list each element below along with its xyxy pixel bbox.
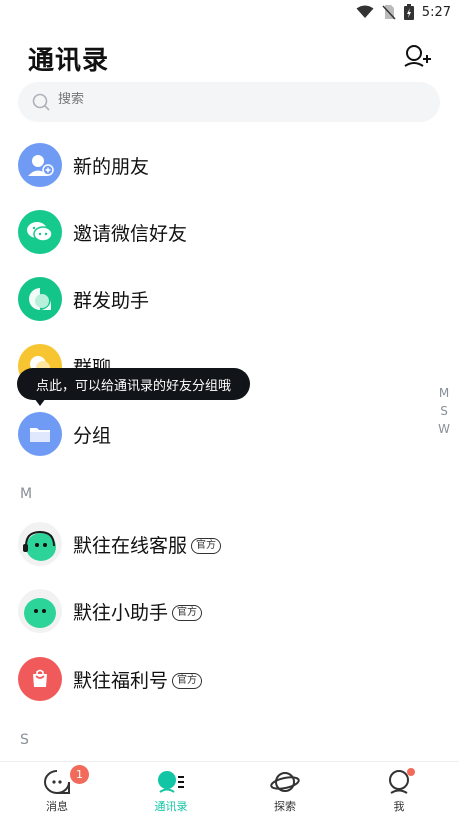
- contact-name: 默往福利号: [73, 669, 169, 692]
- page-title: 通讯录: [28, 46, 110, 76]
- search-bar[interactable]: [18, 82, 440, 122]
- add-person-icon: [404, 45, 431, 67]
- search-icon: [32, 93, 50, 111]
- section-header-s: S: [20, 732, 29, 748]
- add-friend-button[interactable]: [403, 44, 433, 70]
- groups-tooltip[interactable]: 点此，可以给通讯录的好友分组哦: [17, 368, 250, 400]
- tooltip-arrow: [34, 398, 46, 406]
- tab-profile[interactable]: 我: [342, 762, 456, 817]
- contact-row[interactable]: 默往在线客服 官方: [0, 514, 459, 574]
- bottom-tab-bar: 1 消息 通讯录 探索 我: [0, 761, 459, 817]
- contact-name: 默往在线客服: [73, 534, 188, 557]
- index-letter[interactable]: M: [439, 386, 449, 400]
- status-icons: 5:27: [356, 4, 451, 20]
- new-friend-icon: [18, 143, 62, 187]
- menu-item-broadcast[interactable]: 群发助手: [0, 269, 459, 329]
- service-avatar-icon: [18, 522, 62, 566]
- menu-item-label: 分组: [73, 424, 112, 447]
- assistant-avatar-icon: [18, 589, 62, 633]
- battery-charging-icon: [403, 4, 414, 20]
- broadcast-icon: [18, 277, 62, 321]
- folder-icon: [18, 412, 62, 456]
- tab-label: 消息: [46, 800, 68, 813]
- tooltip-text: 点此，可以给通讯录的好友分组哦: [35, 378, 231, 394]
- contact-name-row: 默往在线客服 官方: [73, 531, 222, 558]
- official-badge: 官方: [191, 538, 222, 554]
- menu-item-new-friends[interactable]: 新的朋友: [0, 135, 459, 195]
- contact-name-row: 默往福利号 官方: [73, 666, 203, 693]
- wifi-icon: [356, 5, 374, 18]
- menu-item-groups[interactable]: 分组: [0, 404, 459, 464]
- notification-dot: [407, 768, 415, 776]
- status-time: 5:27: [421, 4, 451, 20]
- index-letter[interactable]: S: [440, 404, 448, 418]
- unread-badge: 1: [70, 765, 89, 784]
- message-icon: [44, 770, 70, 794]
- menu-item-label: 新的朋友: [73, 155, 150, 178]
- no-sim-icon: [382, 5, 396, 20]
- contact-row[interactable]: 默往小助手 官方: [0, 581, 459, 641]
- menu-item-label: 邀请微信好友: [73, 222, 188, 245]
- menu-item-invite-wechat[interactable]: 邀请微信好友: [0, 202, 459, 262]
- gift-bag-avatar-icon: [18, 657, 62, 701]
- status-bar: 5:27: [0, 0, 459, 26]
- tab-label: 探索: [274, 800, 296, 813]
- tab-explore[interactable]: 探索: [228, 762, 342, 817]
- contact-name-row: 默往小助手 官方: [73, 598, 203, 625]
- tab-label: 我: [393, 800, 405, 813]
- index-letter[interactable]: W: [438, 422, 450, 436]
- search-input[interactable]: [58, 92, 418, 107]
- official-badge: 官方: [172, 673, 203, 689]
- planet-icon: [270, 772, 300, 792]
- official-badge: 官方: [172, 605, 203, 621]
- tab-messages[interactable]: 1 消息: [0, 762, 114, 817]
- tab-label: 通讯录: [154, 800, 188, 813]
- alphabet-index[interactable]: M S W: [437, 386, 451, 436]
- wechat-icon: [18, 210, 62, 254]
- contact-name: 默往小助手: [73, 601, 169, 624]
- menu-item-label: 群发助手: [73, 289, 150, 312]
- tab-contacts[interactable]: 通讯录: [114, 762, 228, 817]
- section-header-m: M: [20, 486, 33, 502]
- contacts-icon: [158, 771, 184, 793]
- contact-row[interactable]: 默往福利号 官方: [0, 649, 459, 709]
